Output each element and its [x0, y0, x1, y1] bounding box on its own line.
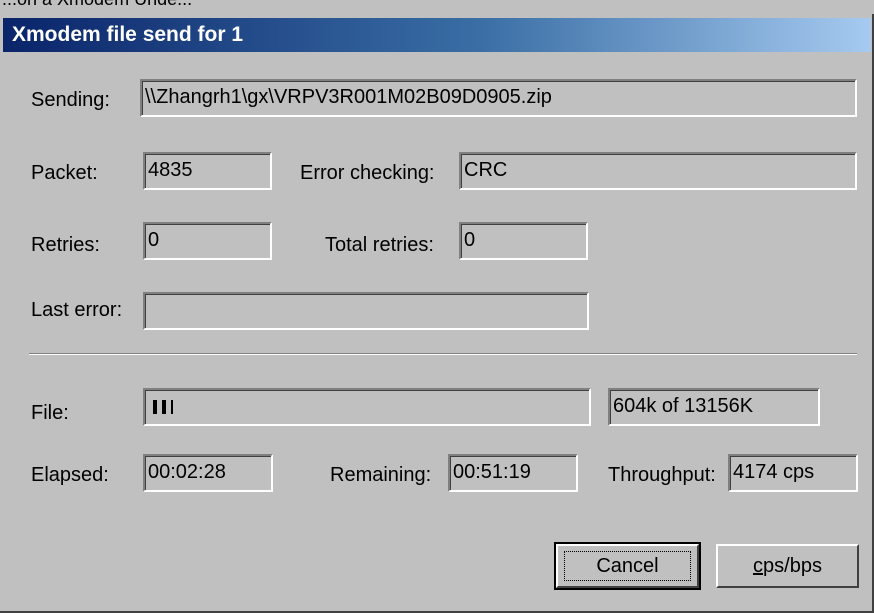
retries-field: 0	[143, 222, 272, 260]
sending-label: Sending:	[31, 89, 110, 111]
sending-path-field: \\Zhangrh1\gx\VRPV3R001M02B09D0905.zip	[140, 79, 857, 117]
retries-label: Retries:	[31, 234, 100, 256]
dialog-title-bar[interactable]: Xmodem file send for 1	[3, 18, 871, 52]
last-error-field	[143, 292, 589, 330]
dialog-title: Xmodem file send for 1	[12, 23, 244, 46]
remaining-label: Remaining:	[330, 464, 432, 486]
file-progress-fill	[153, 400, 173, 414]
error-checking-label: Error checking:	[300, 162, 435, 184]
background-window-title: ...on a Xmodem Unde...	[2, 0, 192, 10]
packet-field: 4835	[143, 152, 272, 190]
cancel-button[interactable]: Cancel	[554, 542, 701, 590]
packet-label: Packet:	[31, 162, 98, 184]
elapsed-label: Elapsed:	[31, 464, 109, 486]
elapsed-field: 00:02:28	[143, 454, 273, 492]
last-error-label: Last error:	[31, 299, 123, 321]
cps-bps-button[interactable]: cps/bps	[716, 544, 859, 588]
file-size-field: 604k of 13156K	[608, 388, 820, 426]
remaining-field: 00:51:19	[448, 454, 578, 492]
error-checking-field: CRC	[459, 152, 857, 190]
throughput-label: Throughput:	[608, 464, 716, 486]
file-label: File:	[31, 402, 69, 424]
total-retries-field: 0	[459, 222, 588, 260]
file-progress-bar	[143, 388, 591, 426]
background-window-strip: ...on a Xmodem Unde...	[0, 0, 874, 14]
throughput-field: 4174 cps	[728, 454, 858, 492]
cps-bps-label: ps/bps	[763, 555, 822, 577]
cancel-button-label: Cancel	[596, 555, 659, 577]
total-retries-label: Total retries:	[325, 234, 434, 256]
section-divider	[29, 353, 857, 355]
xmodem-send-dialog: Xmodem file send for 1 Sending: \\Zhangr…	[0, 14, 874, 613]
cps-bps-mnemonic: c	[753, 555, 764, 577]
